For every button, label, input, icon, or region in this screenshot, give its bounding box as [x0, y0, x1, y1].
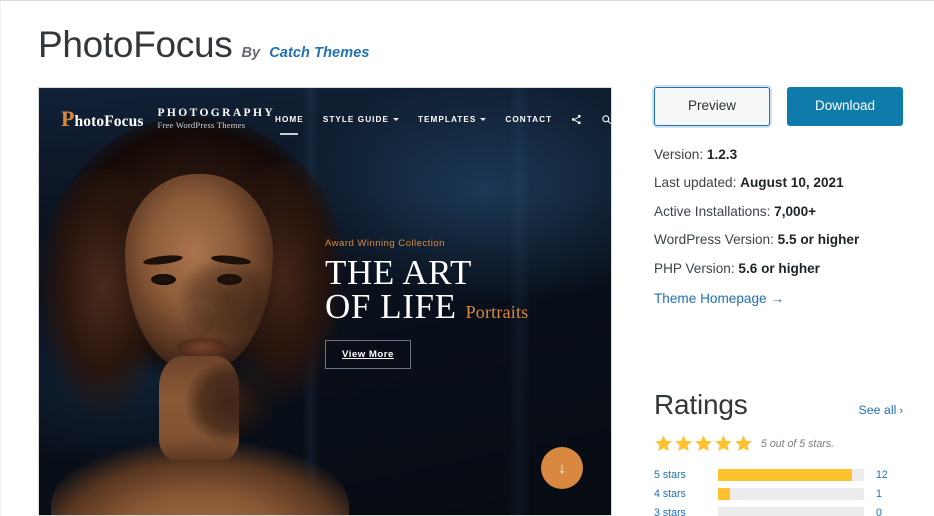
portrait-photo — [39, 116, 363, 515]
search-icon[interactable] — [601, 114, 611, 125]
preview-tagline-sub: Free WordPress Themes — [157, 120, 246, 131]
theme-author-link[interactable]: Catch Themes — [269, 45, 369, 61]
chevron-down-icon — [392, 117, 399, 121]
chevron-right-icon: › — [899, 405, 903, 417]
hero-title-accent: Portraits — [465, 302, 529, 323]
preview-nav-home[interactable]: HOME — [275, 115, 304, 124]
chevron-down-icon — [480, 117, 487, 121]
preview-logo-rest: hotoFocus — [74, 113, 144, 130]
star-icon — [735, 435, 752, 452]
preview-nav-style-guide[interactable]: STYLE GUIDE — [323, 115, 399, 124]
arrow-down-icon: ↓ — [558, 459, 566, 477]
rating-row-track — [718, 469, 864, 482]
preview-logo-initial: P — [61, 106, 75, 131]
preview-nav-home-label: HOME — [275, 114, 304, 124]
meta-php-version: PHP Version: 5.6 or higher — [654, 262, 903, 276]
theme-about-panel: Preview Download Version: 1.2.3 Last upd… — [654, 87, 903, 308]
preview-tagline-main: PHOTOGRAPHY — [157, 107, 276, 120]
theme-actions: Preview Download — [654, 87, 903, 126]
star-icon — [715, 435, 732, 452]
rating-bar-list: 5 stars 12 4 stars 1 3 stars 0 — [654, 469, 903, 516]
preview-logo: PhotoFocus — [61, 108, 143, 130]
theme-homepage-link[interactable]: Theme Homepage → — [654, 292, 784, 306]
ratings-title: Ratings — [654, 389, 748, 420]
hero-title-line1: THE ART — [325, 253, 472, 292]
rating-row-count: 1 — [876, 488, 882, 501]
meta-wordpress-version-label: WordPress Version: — [654, 232, 774, 248]
theme-screenshot[interactable]: PhotoFocus PHOTOGRAPHY Free WordPress Th… — [38, 87, 612, 516]
rating-row-fill — [718, 469, 853, 482]
see-all-ratings-link[interactable]: See all › — [858, 403, 903, 417]
rating-row[interactable]: 3 stars 0 — [654, 507, 903, 516]
byline-label: By — [241, 45, 261, 61]
share-icon[interactable] — [571, 114, 582, 125]
hero-title: THE ART OF LIFE Portraits — [325, 253, 585, 327]
preview-tagline: PHOTOGRAPHY Free WordPress Themes — [157, 107, 275, 131]
scroll-down-button[interactable]: ↓ — [541, 447, 583, 489]
meta-last-updated-label: Last updated: — [654, 175, 737, 191]
ratings-section: Ratings See all › 5 out of 5 stars. 5 sta… — [654, 390, 903, 516]
rating-row-track — [718, 507, 864, 516]
meta-active-installations: Active Installations: 7,000+ — [654, 203, 903, 219]
meta-wordpress-version-value: 5.5 or higher — [777, 232, 860, 248]
hero-eyebrow: Award Winning Collection — [325, 238, 445, 249]
theme-meta-list: Version: 1.2.3 Last updated: August 10, … — [654, 146, 903, 276]
meta-version-label: Version: — [654, 146, 704, 162]
ratings-header: Ratings See all › — [654, 389, 903, 420]
rating-row-count: 0 — [876, 507, 882, 516]
preview-site-nav: PhotoFocus PHOTOGRAPHY Free WordPress Th… — [39, 96, 611, 142]
preview-nav-style-guide-label: STYLE GUIDE — [322, 114, 389, 124]
meta-version-value: 1.2.3 — [706, 146, 738, 162]
star-icon — [695, 435, 712, 452]
rating-row[interactable]: 4 stars 1 — [654, 488, 903, 501]
star-icon — [655, 435, 672, 452]
hero-title-line2: OF LIFE — [325, 287, 457, 327]
meta-php-version-value: 5.6 or higher — [738, 260, 820, 276]
rating-row-count: 12 — [876, 469, 888, 482]
ratings-summary-text: 5 out of 5 stars. — [761, 437, 835, 450]
preview-nav-contact[interactable]: CONTACT — [505, 115, 552, 124]
preview-nav-menu: HOME STYLE GUIDE TEMPLATES CONTACT — [275, 114, 611, 125]
rating-row-label: 5 stars — [654, 469, 686, 482]
download-button[interactable]: Download — [787, 87, 903, 126]
meta-last-updated: Last updated: August 10, 2021 — [654, 176, 903, 190]
meta-php-version-label: PHP Version: — [654, 260, 735, 276]
theme-header: PhotoFocus By Catch Themes — [38, 26, 370, 63]
rating-row-fill — [718, 488, 730, 501]
preview-nav-templates[interactable]: TEMPLATES — [417, 114, 487, 124]
page-top-divider — [0, 0, 934, 1]
hero-view-more-button[interactable]: View More — [325, 339, 411, 369]
see-all-label: See all — [858, 403, 897, 417]
star-icon — [675, 435, 692, 452]
preview-hero: Award Winning Collection THE ART OF LIFE… — [325, 238, 585, 369]
rating-row-label: 4 stars — [654, 488, 686, 501]
page-left-divider — [0, 1, 1, 516]
rating-row-track — [718, 488, 864, 501]
rating-row-label: 3 stars — [654, 507, 686, 516]
meta-active-installations-label: Active Installations: — [654, 203, 771, 219]
preview-nav-contact-label: CONTACT — [505, 114, 553, 124]
page-title: PhotoFocus — [38, 24, 233, 65]
rating-row[interactable]: 5 stars 12 — [654, 469, 903, 482]
preview-brand: PhotoFocus PHOTOGRAPHY Free WordPress Th… — [61, 107, 275, 131]
preview-button[interactable]: Preview — [654, 87, 770, 126]
ratings-summary-row: 5 out of 5 stars. — [654, 434, 903, 453]
meta-wordpress-version: WordPress Version: 5.5 or higher — [654, 233, 903, 247]
star-rating — [654, 434, 753, 453]
preview-nav-templates-label: TEMPLATES — [417, 114, 477, 124]
meta-last-updated-value: August 10, 2021 — [740, 175, 844, 191]
meta-version: Version: 1.2.3 — [654, 146, 903, 162]
hero-title-line2-wrap: OF LIFE Portraits — [325, 287, 585, 327]
meta-active-installations-value: 7,000+ — [774, 203, 817, 219]
